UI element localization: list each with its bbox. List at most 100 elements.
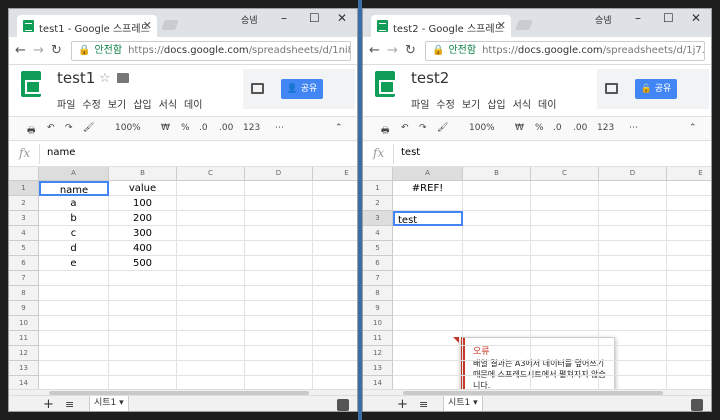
cell-a1[interactable]: #REF! (393, 181, 463, 196)
cell-e8[interactable] (313, 286, 357, 301)
sheets-logo-icon[interactable] (21, 71, 41, 97)
cell-b2[interactable] (463, 196, 531, 211)
share-button[interactable]: 👤 공유 (281, 79, 323, 99)
minimize-icon[interactable]: – (281, 11, 287, 25)
select-all-corner[interactable] (9, 167, 39, 181)
cell-e1[interactable] (313, 181, 357, 196)
cell-e9[interactable] (313, 301, 357, 316)
sheets-logo-icon[interactable] (375, 71, 395, 97)
cell-b6[interactable]: 500 (109, 256, 177, 271)
row-header-13[interactable]: 13 (363, 361, 393, 376)
cell-c1[interactable] (177, 181, 245, 196)
paint-format-icon[interactable]: 🖌 (437, 123, 448, 133)
row-header-4[interactable]: 4 (363, 226, 393, 241)
cell-e3[interactable] (667, 211, 711, 226)
menu-edit[interactable]: 수정 (82, 100, 100, 111)
sheet-tab[interactable]: 시트1 ▾ (89, 396, 129, 411)
cell-a12[interactable] (39, 346, 109, 361)
cell-e7[interactable] (313, 271, 357, 286)
cell-a4[interactable] (393, 226, 463, 241)
cell-e10[interactable] (313, 316, 357, 331)
row-header-11[interactable]: 11 (363, 331, 393, 346)
sheet-grid[interactable]: A B C D E 1 name value 2 a 100 3 b 200 4 c 300 5 d 400 6 e 500… (9, 167, 357, 389)
maximize-icon[interactable]: ☐ (663, 11, 674, 25)
cell-c4[interactable] (177, 226, 245, 241)
cell-d9[interactable] (599, 301, 667, 316)
cell-e13[interactable] (313, 361, 357, 376)
menu-data[interactable]: 데이 (184, 100, 202, 111)
row-header-1[interactable]: 1 (9, 181, 39, 196)
reload-icon[interactable]: ↻ (51, 43, 62, 58)
cell-e14[interactable] (313, 376, 357, 389)
menu-format[interactable]: 서식 (513, 100, 531, 111)
menu-insert[interactable]: 삽입 (487, 100, 505, 111)
cell-e11[interactable] (667, 331, 711, 346)
cell-b8[interactable] (463, 286, 531, 301)
cell-a1[interactable]: name (39, 181, 109, 196)
row-header-6[interactable]: 6 (9, 256, 39, 271)
cell-b11[interactable] (109, 331, 177, 346)
formula-input[interactable]: test (401, 147, 420, 158)
menu-edit[interactable]: 수정 (436, 100, 454, 111)
cell-c2[interactable] (531, 196, 599, 211)
cell-c13[interactable] (177, 361, 245, 376)
column-header-d[interactable]: D (245, 167, 313, 181)
cell-d8[interactable] (599, 286, 667, 301)
redo-icon[interactable]: ↷ (65, 123, 73, 133)
cell-c14[interactable] (531, 376, 599, 389)
undo-icon[interactable]: ↶ (47, 123, 55, 133)
row-header-10[interactable]: 10 (363, 316, 393, 331)
column-header-b[interactable]: B (109, 167, 177, 181)
cell-c8[interactable] (531, 286, 599, 301)
back-icon[interactable]: ← (369, 43, 380, 58)
menu-view[interactable]: 보기 (462, 100, 480, 111)
folder-icon[interactable] (117, 73, 129, 83)
cell-a12[interactable] (393, 346, 463, 361)
browser-tab[interactable]: test1 - Google 스프레드 ✕ (17, 15, 157, 37)
cell-b9[interactable] (463, 301, 531, 316)
cell-c2[interactable] (177, 196, 245, 211)
row-header-14[interactable]: 14 (9, 376, 39, 389)
cell-e7[interactable] (667, 271, 711, 286)
cell-d5[interactable] (599, 241, 667, 256)
row-header-1[interactable]: 1 (363, 181, 393, 196)
profile-name[interactable]: 승넴 (595, 13, 612, 26)
row-header-8[interactable]: 8 (363, 286, 393, 301)
cell-a13[interactable] (393, 361, 463, 376)
row-header-2[interactable]: 2 (363, 196, 393, 211)
cell-b11[interactable] (463, 331, 531, 346)
cell-c11[interactable] (531, 331, 599, 346)
add-sheet-icon[interactable]: + (397, 397, 408, 411)
document-title[interactable]: test2 (411, 69, 449, 87)
add-sheet-icon[interactable]: + (43, 397, 54, 411)
forward-icon[interactable]: → (387, 43, 398, 58)
cell-b14[interactable] (463, 376, 531, 389)
all-sheets-icon[interactable]: ≡ (65, 398, 74, 411)
cell-c14[interactable] (177, 376, 245, 389)
menu-format[interactable]: 서식 (159, 100, 177, 111)
column-header-b[interactable]: B (463, 167, 531, 181)
select-all-corner[interactable] (363, 167, 393, 181)
cell-b14[interactable] (109, 376, 177, 389)
cell-b12[interactable] (463, 346, 531, 361)
cell-d8[interactable] (245, 286, 313, 301)
cell-b10[interactable] (109, 316, 177, 331)
cell-b5[interactable]: 400 (109, 241, 177, 256)
row-header-10[interactable]: 10 (9, 316, 39, 331)
all-sheets-icon[interactable]: ≡ (419, 398, 428, 411)
cell-b4[interactable]: 300 (109, 226, 177, 241)
profile-name[interactable]: 승넴 (241, 13, 258, 26)
column-header-c[interactable]: C (531, 167, 599, 181)
zoom-select[interactable]: 100% (115, 123, 141, 133)
row-header-9[interactable]: 9 (9, 301, 39, 316)
cell-e12[interactable] (667, 346, 711, 361)
cell-e6[interactable] (667, 256, 711, 271)
cell-e4[interactable] (667, 226, 711, 241)
cell-a7[interactable] (39, 271, 109, 286)
cell-a7[interactable] (393, 271, 463, 286)
row-header-12[interactable]: 12 (9, 346, 39, 361)
cell-c3[interactable] (531, 211, 599, 226)
zoom-select[interactable]: 100% (469, 123, 495, 133)
star-icon[interactable]: ☆ (99, 71, 111, 86)
document-title[interactable]: test1 (57, 69, 95, 87)
